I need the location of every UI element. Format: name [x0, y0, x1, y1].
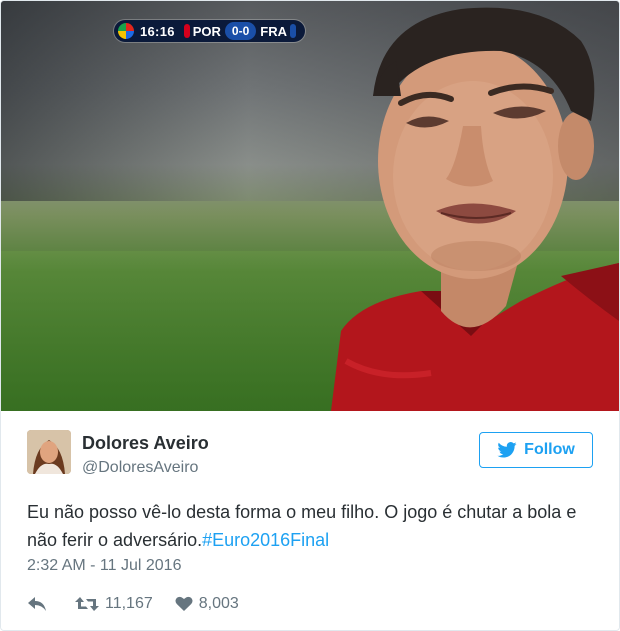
reply-button[interactable] [27, 596, 53, 612]
author-handle[interactable]: @DoloresAveiro [82, 459, 198, 477]
portugal-flag-icon [183, 24, 190, 38]
heart-icon [175, 596, 193, 611]
hashtag-link[interactable]: #Euro2016Final [202, 530, 329, 550]
follow-label: Follow [524, 441, 575, 458]
euro-logo-icon [118, 23, 134, 39]
like-button[interactable]: 8,003 [175, 595, 239, 613]
match-clock: 16:16 [140, 23, 175, 39]
france-flag-icon [289, 24, 296, 38]
player-photo [331, 7, 619, 411]
retweet-count: 11,167 [105, 595, 153, 612]
avatar[interactable] [27, 430, 71, 474]
tweet-text: Eu não posso vê-lo desta forma o meu fil… [27, 498, 597, 554]
avatar-image [27, 430, 71, 474]
tweet-timestamp[interactable]: 2:32 AM - 11 Jul 2016 [27, 557, 181, 575]
like-count: 8,003 [198, 595, 239, 612]
home-team: POR [192, 23, 221, 39]
author-name[interactable]: Dolores Aveiro [82, 433, 209, 454]
match-score: 0-0 [224, 22, 257, 40]
match-scoreboard: 16:16 POR 0-0 FRA [114, 20, 305, 42]
tweet-actions: 11,167 8,003 [27, 595, 261, 613]
retweet-button[interactable]: 11,167 [75, 595, 153, 613]
tweet-card: 16:16 POR 0-0 FRA Dolores Aveiro @Dolore… [0, 0, 620, 631]
reply-icon [28, 597, 46, 611]
retweet-icon [75, 597, 99, 611]
twitter-bird-icon [497, 442, 517, 458]
away-team: FRA [260, 23, 287, 39]
follow-button[interactable]: Follow [479, 432, 593, 468]
tweet-photo[interactable]: 16:16 POR 0-0 FRA [1, 1, 619, 411]
